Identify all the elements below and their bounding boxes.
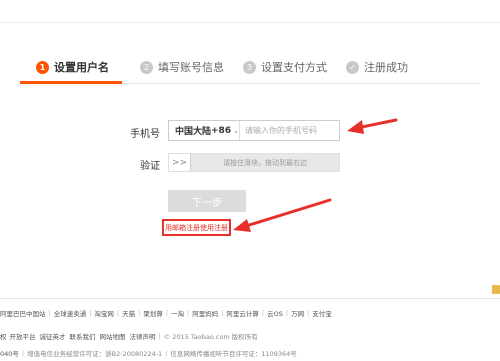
check-icon: ✓ bbox=[346, 60, 359, 74]
feedback-icon[interactable] bbox=[492, 285, 500, 294]
step-set-username: 1 设置用户名 bbox=[36, 56, 109, 78]
step-label: 注册成功 bbox=[364, 61, 408, 74]
verify-label: 验证 bbox=[140, 161, 160, 172]
step-number-badge: 3 bbox=[243, 60, 256, 74]
country-select[interactable]: 中国大陆 bbox=[169, 124, 211, 137]
phone-input[interactable] bbox=[238, 121, 346, 140]
phone-field: 中国大陆 +86 ⌄ bbox=[168, 120, 346, 141]
footer-link[interactable]: 联系我们 bbox=[70, 331, 96, 341]
copyright-text: © 2015 Taobao.com 版权所有 bbox=[163, 333, 258, 341]
footer-divider bbox=[0, 298, 500, 299]
footer-link[interactable]: 万网 bbox=[291, 308, 304, 318]
arrow-to-email-link bbox=[233, 198, 332, 232]
arrow-to-phone-input bbox=[347, 118, 398, 134]
annotation-arrows bbox=[233, 118, 398, 232]
slide-verify: >> 请按住滑块，拖动到最右边 bbox=[168, 153, 340, 172]
license-text: 信息网络传播视听节目许可证：1109364号 bbox=[170, 350, 297, 358]
footer-link[interactable]: 支付宝 bbox=[312, 308, 332, 318]
footer-link[interactable]: 淘宝网 bbox=[94, 308, 114, 318]
step-label: 设置支付方式 bbox=[261, 61, 327, 74]
footer-link[interactable]: 云OS bbox=[267, 308, 283, 318]
footer-link[interactable]: 诚征英才 bbox=[40, 331, 66, 341]
footer-link[interactable]: 一淘 bbox=[171, 308, 184, 318]
footer-link[interactable]: 天猫 bbox=[122, 308, 135, 318]
step-label: 设置用户名 bbox=[54, 61, 109, 74]
footer-link[interactable]: 开放平台 bbox=[10, 331, 36, 341]
footer-license-row: 040号 | 增值电信业务经营许可证：浙B2-20080224-1 | 信息网络… bbox=[0, 349, 297, 358]
step-payment: 3 设置支付方式 bbox=[243, 56, 327, 78]
license-text: 增值电信业务经营许可证：浙B2-20080224-1 bbox=[27, 350, 163, 358]
footer-link[interactable]: 网站地图 bbox=[100, 331, 126, 341]
country-code-select[interactable]: +86 ⌄ bbox=[211, 126, 239, 136]
phone-label: 手机号 bbox=[130, 129, 160, 140]
footer-info-row: 权 开放平台 诚征英才 联系我们 网站地图 法律声明 | © 2015 Taob… bbox=[0, 331, 258, 341]
step-number-badge: 2 bbox=[140, 60, 153, 74]
active-step-indicator bbox=[20, 81, 122, 84]
header-divider bbox=[0, 22, 500, 23]
footer-link[interactable]: 阿里巴巴中国站 bbox=[0, 308, 46, 318]
footer-link[interactable]: 阿里云计算 bbox=[226, 308, 259, 318]
footer-link[interactable]: 阿里妈妈 bbox=[192, 308, 218, 318]
step-account-info: 2 填写账号信息 bbox=[140, 56, 224, 78]
footer-link[interactable]: 聚划算 bbox=[143, 308, 163, 318]
email-register-link[interactable]: 用邮箱注册使用注册 bbox=[162, 219, 231, 236]
slider-hint: 请按住滑块，拖动到最右边 bbox=[223, 158, 307, 167]
slider-handle[interactable]: >> bbox=[169, 154, 191, 171]
next-button[interactable]: 下一步 bbox=[168, 190, 246, 212]
footer-link[interactable]: 法律声明 bbox=[130, 331, 156, 341]
footer-sites-row: 阿里巴巴中国站 | 全球速卖通 | 淘宝网 | 天猫 | 聚划算 | 一淘 | 阿里妈妈 | … bbox=[0, 308, 332, 318]
country-code: +86 bbox=[211, 125, 232, 136]
license-text: 040号 bbox=[0, 350, 19, 358]
footer-link[interactable]: 全球速卖通 bbox=[54, 308, 87, 318]
step-success: ✓ 注册成功 bbox=[346, 56, 408, 78]
step-number-badge: 1 bbox=[36, 60, 49, 74]
step-label: 填写账号信息 bbox=[158, 61, 224, 74]
footer-link[interactable]: 权 bbox=[0, 331, 7, 341]
